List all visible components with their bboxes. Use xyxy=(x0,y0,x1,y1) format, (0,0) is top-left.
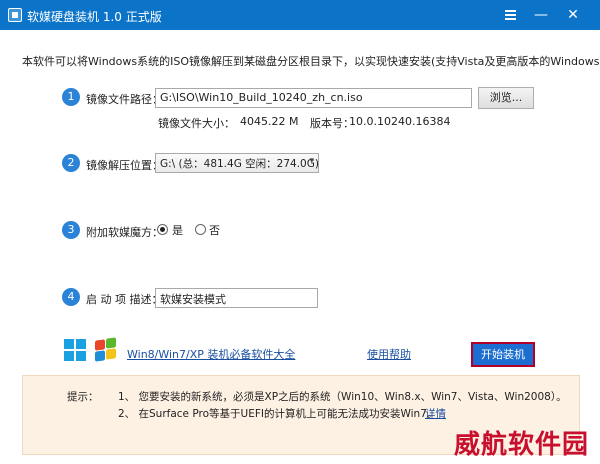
tip-line-2: 2、 在Surface Pro等基于UEFI的计算机上可能无法成功安装Win7。 xyxy=(118,408,438,420)
watermark-text: 威航软件园 xyxy=(454,430,590,460)
version-value: 10.0.10240.16384 xyxy=(349,115,451,128)
chevron-down-icon: ▾ xyxy=(309,156,314,166)
intro-text: 本软件可以将Windows系统的ISO镜像解压到某磁盘分区根目录下，以实现快速安… xyxy=(22,55,600,68)
software-collection-link[interactable]: Win8/Win7/XP 装机必备软件大全 xyxy=(127,346,295,362)
minimize-icon[interactable]: — xyxy=(530,5,552,25)
menu-icon[interactable] xyxy=(499,5,521,25)
version-label: 版本号： xyxy=(310,117,354,130)
app-icon xyxy=(8,8,22,22)
addon-yes-radio[interactable] xyxy=(157,224,168,235)
help-link[interactable]: 使用帮助 xyxy=(367,346,411,362)
drive-select[interactable]: G:\ (总：481.4G 空闲：274.0G) ▾ xyxy=(155,153,319,173)
details-link[interactable]: 详情 xyxy=(425,406,446,421)
browse-button[interactable]: 浏览... xyxy=(478,87,534,109)
step-2-badge: 2 xyxy=(62,154,80,172)
addon-yes-label: 是 xyxy=(172,224,183,237)
drive-select-value: G:\ (总：481.4G 空闲：274.0G) xyxy=(160,158,319,170)
start-install-button[interactable]: 开始装机 xyxy=(471,342,535,367)
windows-logo-icon xyxy=(64,339,86,361)
title-bar: 软媒硬盘装机 1.0 正式版 — ✕ xyxy=(0,0,600,30)
close-icon[interactable]: ✕ xyxy=(562,5,584,25)
addon-no-label: 否 xyxy=(209,224,220,237)
step-3-badge: 3 xyxy=(62,221,80,239)
tips-title: 提示： xyxy=(67,391,99,403)
iso-size-value: 4045.22 M xyxy=(240,115,299,128)
addon-label: 附加软媒魔方： xyxy=(86,226,163,239)
addon-no-radio[interactable] xyxy=(195,224,206,235)
boot-desc-label: 启 动 项 描述： xyxy=(86,293,163,306)
tip-line-1: 1、 您要安装的新系统，必须是XP之后的系统（Win10、Win8.x、Win7… xyxy=(118,391,567,403)
step-4-badge: 4 xyxy=(62,288,80,306)
window-title: 软媒硬盘装机 1.0 正式版 xyxy=(27,10,162,24)
step-1-badge: 1 xyxy=(62,88,80,106)
extract-location-label: 镜像解压位置： xyxy=(86,159,163,172)
iso-path-input[interactable]: G:\ISO\Win10_Build_10240_zh_cn.iso xyxy=(155,88,472,108)
boot-desc-input[interactable]: 软媒安装模式 xyxy=(155,288,318,308)
iso-path-label: 镜像文件路径： xyxy=(86,93,163,106)
windows-xp-logo-icon xyxy=(94,337,118,362)
iso-size-label: 镜像文件大小： xyxy=(158,117,235,130)
